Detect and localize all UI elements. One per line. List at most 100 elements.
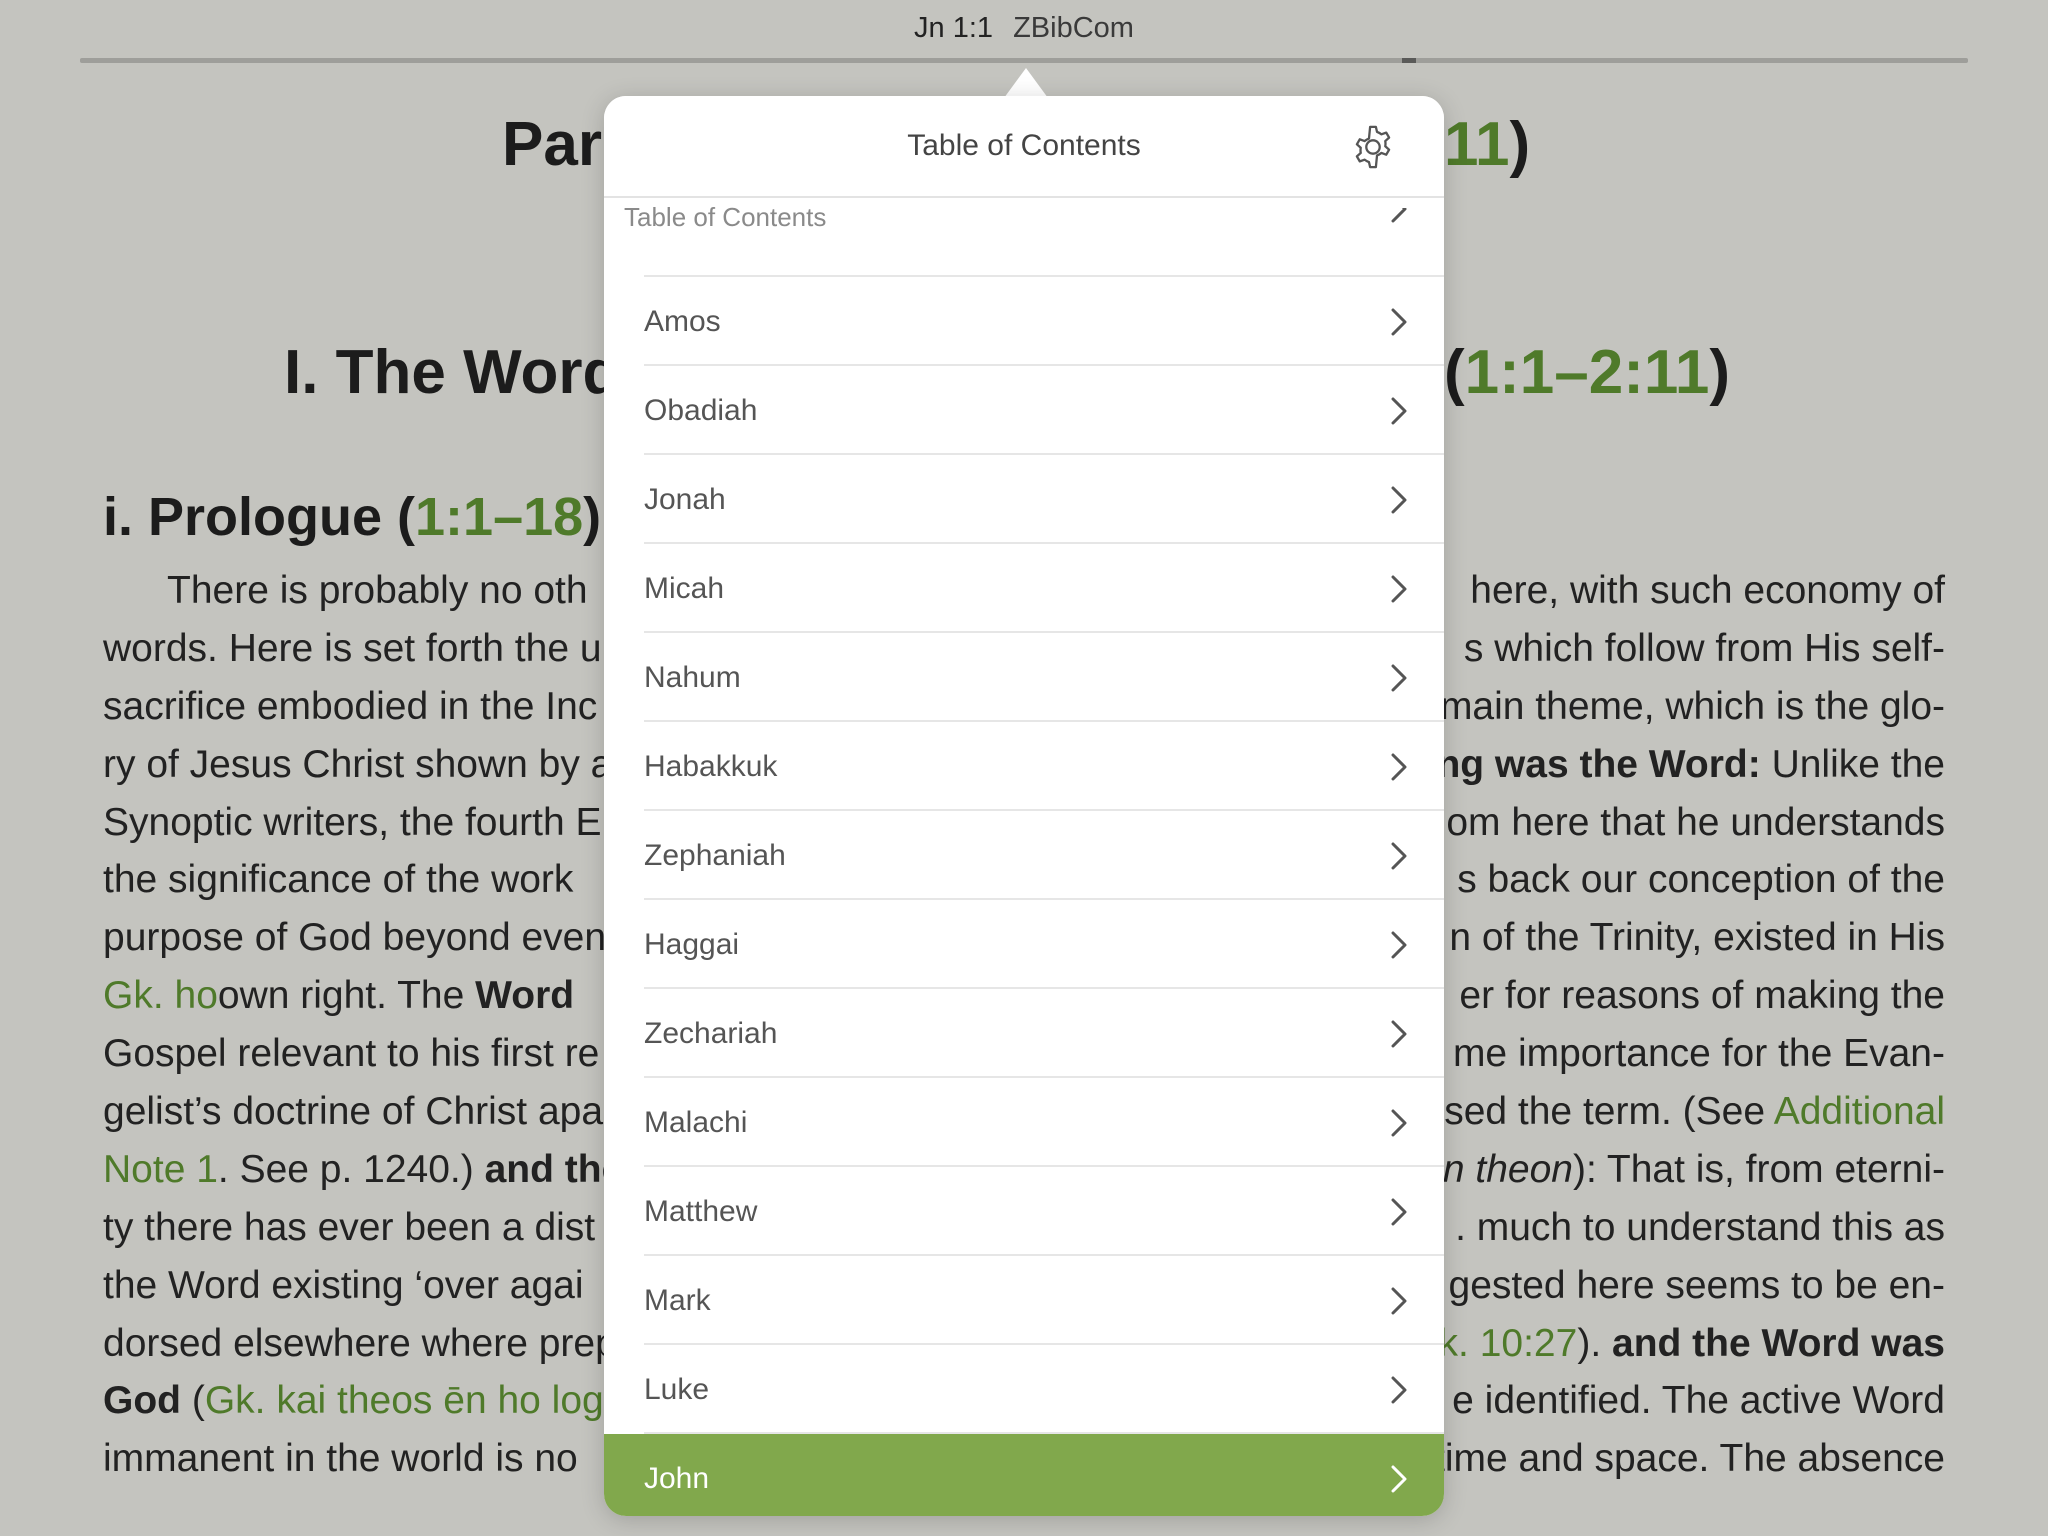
text-fragment: s which follow from His self- — [1463, 626, 1945, 670]
part-heading-right: 11) — [1444, 108, 1530, 182]
toc-item-label: Luke — [644, 1373, 710, 1406]
chevron-right-icon — [1391, 397, 1407, 425]
text-fragment: er for reasons of making the — [1459, 974, 1945, 1018]
chevron-right-icon — [1391, 1465, 1407, 1493]
text-line-left: Gk. hoown right. The Word — [103, 967, 574, 1025]
text-fragment: Synoptic writers, the fourth E — [103, 800, 602, 844]
subsection-heading-tail: ) — [583, 487, 602, 547]
popover-header: Table of Contents — [604, 96, 1444, 198]
text-fragment: . See p. 1240.) — [217, 1147, 485, 1191]
chevron-right-icon — [1391, 931, 1407, 959]
note-link[interactable]: Note 1 — [103, 1148, 218, 1191]
subsection-heading-reference[interactable]: 1:1–18 — [415, 487, 583, 547]
toc-item-nahum[interactable]: Nahum — [604, 633, 1444, 722]
toc-item-obadiah[interactable]: Obadiah — [604, 366, 1444, 455]
part-heading-left: Par — [502, 110, 602, 179]
section-heading-paren-close: ) — [1709, 338, 1731, 407]
text-fragment: . much to understand this as — [1455, 1205, 1945, 1249]
toc-item-label: Obadiah — [644, 394, 758, 427]
text-line-left: Note 1. See p. 1240.) and the — [103, 1141, 623, 1199]
text-fragment: ): That is, from eterni- — [1572, 1147, 1945, 1191]
text-fragment: here, with such economy of — [1470, 569, 1945, 612]
chevron-right-icon — [1391, 1376, 1407, 1404]
chevron-right-icon — [1391, 1287, 1407, 1315]
toc-item-luke[interactable]: Luke — [604, 1345, 1444, 1434]
toc-item-mark[interactable]: Mark — [604, 1256, 1444, 1345]
greek-link[interactable]: Gk. kai theos ēn ho logo — [205, 1379, 626, 1422]
toc-list[interactable]: JoelAmosObadiahJonahMicahNahumHabakkukZe… — [604, 208, 1444, 1516]
text-fragment: dorsed elsewhere where prep — [103, 1321, 617, 1365]
text-fragment: me importance for the Evan- — [1452, 1032, 1945, 1076]
text-fragment: sacrifice embodied in the Inc — [103, 684, 598, 728]
text-fragment: time and space. The absence — [1434, 1437, 1945, 1481]
subsection-heading-text: i. Prologue ( — [103, 487, 416, 547]
text-line-right: . much to understand this as — [1455, 1199, 1945, 1257]
note-link[interactable]: Gk. ho — [103, 974, 218, 1017]
toc-item-label: Malachi — [644, 1106, 748, 1139]
toc-item-malachi[interactable]: Malachi — [604, 1078, 1444, 1167]
chevron-right-icon — [1391, 1198, 1407, 1226]
gear-icon[interactable] — [1350, 124, 1396, 170]
text-line-right: s back our conception of the — [1457, 851, 1945, 909]
toc-item-label: Habakkuk — [644, 750, 778, 783]
greek-term: n theon — [1442, 1147, 1573, 1191]
text-fragment: ty there has ever been a dist — [103, 1205, 596, 1249]
text-line-left: Synoptic writers, the fourth E — [103, 794, 602, 852]
toc-item-jonah[interactable]: Jonah — [604, 455, 1444, 544]
text-fragment: ( — [180, 1379, 205, 1423]
chevron-right-icon — [1391, 1020, 1407, 1048]
text-line-right: n of the Trinity, existed in His — [1449, 909, 1945, 967]
text-line-left: ty there has ever been a dist — [103, 1199, 595, 1257]
chevron-right-icon — [1391, 486, 1407, 514]
text-fragment: ). — [1577, 1321, 1612, 1365]
note-link[interactable]: Additional — [1774, 1090, 1945, 1133]
toc-item-label: Micah — [644, 572, 725, 605]
text-line-right: sed the term. (See Additional — [1444, 1083, 1945, 1141]
toc-item-john[interactable]: John — [604, 1434, 1444, 1516]
text-line-left: the Word existing ‘over agai — [103, 1257, 584, 1315]
text-line-right: s which follow from His self- — [1464, 620, 1945, 678]
text-line-left: purpose of God beyond even — [103, 909, 606, 967]
text-fragment: main theme, which is the glo- — [1439, 684, 1945, 728]
text-fragment: the Word existing ‘over agai — [103, 1263, 584, 1307]
text-fragment: s back our conception of the — [1457, 858, 1945, 902]
text-fragment: purpose of God beyond even — [103, 916, 607, 960]
text-fragment: e identified. The active Word — [1452, 1379, 1945, 1423]
toc-item-label: Zephaniah — [644, 839, 786, 872]
scripture-link[interactable]: k. 10:27 — [1439, 1322, 1578, 1365]
toc-item-habakkuk[interactable]: Habakkuk — [604, 722, 1444, 811]
text-fragment: the significance of the work — [103, 858, 574, 902]
bold-term: and the — [484, 1147, 624, 1191]
toc-item-matthew[interactable]: Matthew — [604, 1167, 1444, 1256]
text-line-left: words. Here is set forth the u — [103, 620, 602, 678]
bold-term: God — [103, 1379, 181, 1423]
text-fragment: Gospel relevant to his first re — [103, 1032, 600, 1076]
text-line-right: time and space. The absence — [1434, 1430, 1945, 1488]
toc-item-label: Zechariah — [644, 1017, 778, 1050]
text-fragment: ry of Jesus Christ shown by a — [103, 742, 613, 786]
table-of-contents-popover: Table of Contents Table of Contents Joel… — [604, 96, 1444, 1516]
toc-item-zechariah[interactable]: Zechariah — [604, 989, 1444, 1078]
section-heading-paren-open: ( — [1444, 338, 1465, 407]
toc-item-amos[interactable]: Amos — [604, 277, 1444, 366]
text-fragment: sed the term. (See — [1444, 1090, 1774, 1134]
text-fragment: om here that he understands — [1446, 800, 1945, 844]
toc-item-micah[interactable]: Micah — [604, 544, 1444, 633]
section-heading-reference[interactable]: 1:1–2:11 — [1465, 338, 1710, 407]
toc-item-zephaniah[interactable]: Zephaniah — [604, 811, 1444, 900]
text-line-right: me importance for the Evan- — [1453, 1025, 1945, 1083]
text-line-left: sacrifice embodied in the Inc — [103, 678, 597, 736]
text-fragment: own right. The — [217, 974, 476, 1018]
popover-title: Table of Contents — [907, 129, 1141, 162]
popover-arrow — [1004, 68, 1048, 98]
text-line-right: e identified. The active Word — [1452, 1372, 1945, 1430]
text-line-left: God (Gk. kai theos ēn ho logo — [103, 1372, 625, 1430]
text-line-right: n theon): That is, from eterni- — [1443, 1141, 1945, 1199]
subsection-heading: i. Prologue (1:1–18) — [103, 484, 601, 550]
toc-item-label: John — [644, 1462, 710, 1495]
bold-term: and the Word was — [1612, 1321, 1945, 1365]
text-line-left: the significance of the work — [103, 851, 573, 909]
part-heading-reference[interactable]: 11 — [1444, 110, 1510, 179]
toc-item-haggai[interactable]: Haggai — [604, 900, 1444, 989]
chevron-right-icon — [1391, 664, 1407, 692]
